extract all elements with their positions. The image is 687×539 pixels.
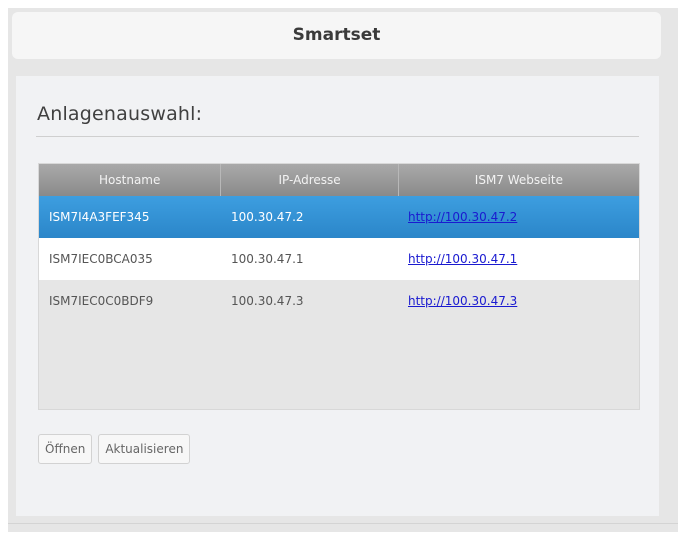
column-header-website[interactable]: ISM7 Webseite [399,164,639,196]
main-panel: Anlagenauswahl: Hostname IP-Adresse ISM7… [16,76,659,516]
action-bar: Öffnen Aktualisieren [38,434,191,464]
website-cell: http://100.30.47.1 [398,252,639,266]
page-title: Smartset [12,12,661,59]
section-title: Anlagenauswahl: [37,103,203,125]
hostname-cell: ISM7IEC0C0BDF9 [49,294,154,308]
website-link[interactable]: http://100.30.47.1 [408,252,517,266]
column-header-hostname[interactable]: Hostname [39,164,222,196]
column-header-ip[interactable]: IP-Adresse [221,164,399,196]
table-row[interactable]: ISM7IEC0C0BDF9 100.30.47.3 http://100.30… [39,280,639,322]
website-cell: http://100.30.47.3 [398,294,639,308]
table-row[interactable]: ISM7IEC0BCA035 100.30.47.1 http://100.30… [39,238,639,280]
ip-cell: 100.30.47.2 [231,210,304,224]
hostname-cell: ISM7IEC0BCA035 [49,252,153,266]
hostname-cell: ISM7I4A3FEF345 [49,210,150,224]
table-header: Hostname IP-Adresse ISM7 Webseite [39,164,639,196]
table-row[interactable]: ISM7I4A3FEF345 100.30.47.2 http://100.30… [39,196,639,238]
ip-cell: 100.30.47.1 [231,252,304,266]
section-divider [36,136,639,137]
website-cell: http://100.30.47.2 [398,210,639,224]
ip-cell: 100.30.47.3 [231,294,304,308]
bottom-divider [8,523,678,524]
plant-table: Hostname IP-Adresse ISM7 Webseite ISM7I4… [38,163,640,410]
website-link[interactable]: http://100.30.47.3 [408,294,517,308]
open-button[interactable]: Öffnen [38,434,93,464]
website-link[interactable]: http://100.30.47.2 [408,210,517,224]
refresh-button[interactable]: Aktualisieren [98,434,191,464]
